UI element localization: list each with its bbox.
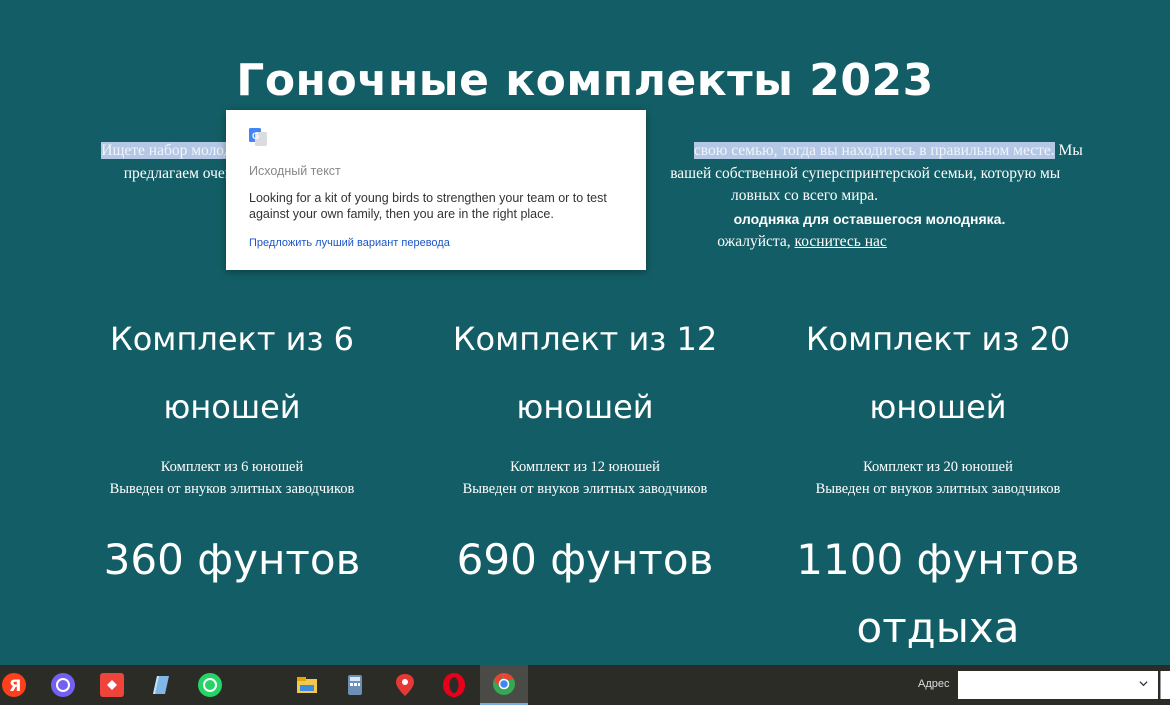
yandex-icon[interactable]: Я: [0, 665, 38, 705]
contact-link[interactable]: коснитесь нас: [795, 233, 887, 250]
kit-description: Комплект из 20 юношей Выведен от внуков …: [778, 456, 1098, 500]
kit-price: 690 фунтов: [456, 535, 714, 584]
taskbar: Я Адрес: [0, 665, 1170, 705]
intro-line4-bold: олодняка для оставшегося молодняка.: [733, 210, 1006, 227]
chrome-icon[interactable]: [480, 665, 528, 705]
kit-card: Комплект из 20 юношей Комплект из 20 юно…: [778, 305, 1098, 662]
svg-text:G: G: [252, 131, 259, 141]
source-text: Looking for a kit of young birds to stre…: [249, 191, 607, 221]
svg-text:Я: Я: [9, 676, 21, 695]
intro-line2-left: предлагаем очень: [123, 164, 241, 182]
kit-card: Комплект из 6 юношей Комплект из 6 юноше…: [72, 305, 392, 594]
maps-icon[interactable]: [381, 665, 429, 705]
kit-desc-line2: Выведен от внуков элитных заводчиков: [815, 481, 1061, 497]
kit-desc-line1: Комплект из 12 юношей: [510, 459, 660, 475]
intro-line3-right: ловных со всего мира.: [730, 187, 879, 204]
translate-popup: G Исходный текст Looking for a kit of yo…: [226, 110, 646, 270]
address-input[interactable]: [958, 671, 1158, 699]
whatsapp-icon[interactable]: [186, 665, 234, 705]
google-translate-icon: G: [249, 128, 267, 146]
notepad-icon[interactable]: [136, 665, 184, 705]
anydesk-icon[interactable]: [88, 665, 136, 705]
kit-card: Комплект из 12 юношей Комплект из 12 юно…: [425, 305, 745, 594]
intro-line5-text: ожалуйста,: [717, 233, 795, 250]
intro-selected-end: свою семью, тогда вы находитесь в правил…: [693, 142, 1055, 159]
intro-selected-start: Ищете набор молоды: [101, 142, 242, 159]
calculator-icon[interactable]: [331, 665, 379, 705]
file-explorer-icon[interactable]: [283, 665, 331, 705]
kit-heading: Комплект из 12 юношей: [452, 320, 718, 426]
kit-description: Комплект из 6 юношей Выведен от внуков э…: [72, 456, 392, 500]
kit-price: 1100 фунтов отдыха: [796, 535, 1080, 652]
viber-icon[interactable]: [39, 665, 87, 705]
kit-heading: Комплект из 6 юношей: [110, 320, 354, 426]
kit-desc-line1: Комплект из 6 юношей: [160, 459, 304, 475]
kit-desc-line1: Комплект из 20 юношей: [863, 459, 1013, 475]
chevron-down-icon[interactable]: [1139, 679, 1148, 688]
kit-price: 360 фунтов: [103, 535, 361, 584]
opera-icon[interactable]: [430, 665, 478, 705]
kit-description: Комплект из 12 юношей Выведен от внуков …: [425, 456, 745, 500]
web-page: Гоночные комплекты 2023 Ищете набор моло…: [0, 0, 1170, 665]
kit-desc-line2: Выведен от внуков элитных заводчиков: [109, 481, 355, 497]
suggest-translation-link[interactable]: Предложить лучший вариант перевода: [249, 237, 450, 249]
source-label: Исходный текст: [249, 164, 341, 178]
intro-line2-right: вашей собственной суперспринтерской семь…: [670, 164, 1061, 182]
page-title: Гоночные комплекты 2023: [236, 55, 934, 106]
kit-desc-line2: Выведен от внуков элитных заводчиков: [462, 481, 708, 497]
kit-heading: Комплект из 20 юношей: [805, 320, 1071, 426]
intro-after-selected: Мы: [1054, 142, 1083, 159]
address-label: Адрес: [918, 678, 950, 690]
address-toolbar-edge: [1160, 671, 1170, 699]
